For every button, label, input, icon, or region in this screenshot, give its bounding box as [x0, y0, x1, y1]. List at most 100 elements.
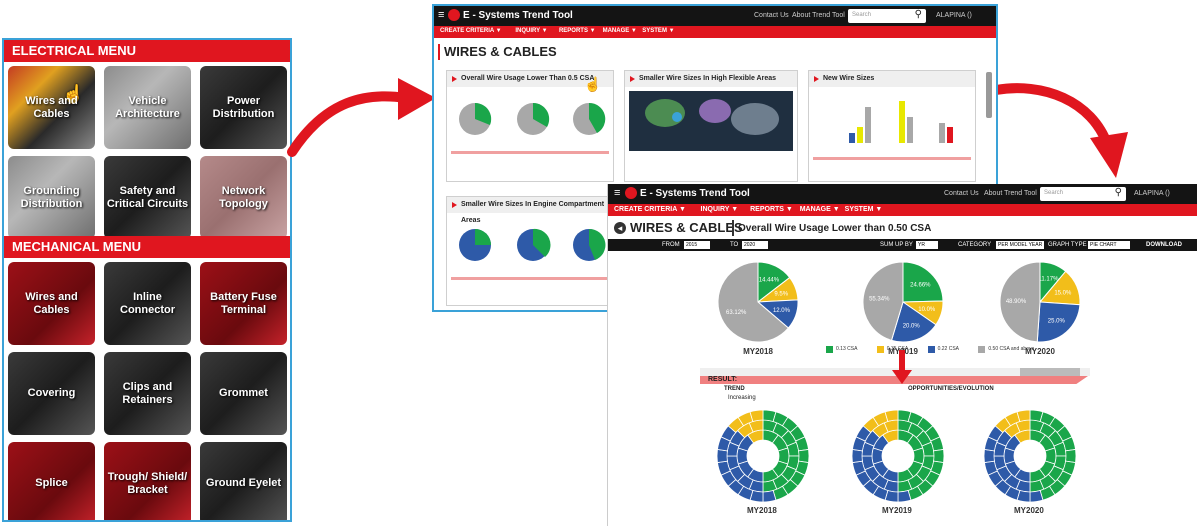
graph-type-select[interactable]: PIE CHART	[1088, 241, 1130, 249]
contact-link[interactable]: Contact Us	[944, 190, 979, 197]
to-select[interactable]: 2020	[742, 241, 768, 249]
sunburst-segment[interactable]	[851, 449, 863, 463]
menu-tile[interactable]: Grounding Distribution	[8, 156, 95, 239]
menu-tile[interactable]: Wires and Cables	[8, 262, 95, 345]
category-select[interactable]: PER MODEL YEAR	[996, 241, 1044, 249]
menu-tile[interactable]: Ground Eyelet	[200, 442, 287, 520]
menu-item[interactable]: CREATE CRITERIA ▼	[440, 28, 502, 34]
sunburst-segment[interactable]	[933, 449, 945, 463]
user-menu[interactable]: ALAPINA ()	[936, 12, 972, 19]
top-bar: ≡ E - Systems Trend Tool Contact Us Abou…	[608, 184, 1197, 204]
about-link[interactable]: About Trend Tool	[792, 12, 845, 19]
arrow-icon	[992, 83, 1128, 178]
category-label: CATEGORY	[958, 242, 992, 248]
menu-tile-label: Wires and Cables	[25, 94, 78, 120]
top-bar: ≡ E - Systems Trend Tool Contact Us Abou…	[434, 6, 996, 26]
down-arrow-icon	[892, 350, 912, 384]
filter-bar: FROM 2015 TO 2020 SUM UP BY YR CATEGORY …	[608, 239, 1197, 251]
menu-tile[interactable]: Inline Connector	[104, 262, 191, 345]
menu-tile-label: Ground Eyelet	[205, 477, 282, 489]
menu-item[interactable]: MANAGE ▼	[603, 28, 637, 34]
back-icon[interactable]: ◂	[614, 222, 626, 234]
legend-swatch	[978, 346, 986, 353]
main-menu: CREATE CRITERIA ▼ INQUIRY ▼ REPORTS ▼ MANAG…	[434, 26, 996, 38]
legend-swatch	[876, 346, 884, 353]
mini-pie-charts	[451, 102, 609, 154]
search-input[interactable]: Search ⚲	[848, 9, 926, 23]
search-icon[interactable]: ⚲	[1115, 187, 1122, 198]
menu-tile[interactable]: Grommet	[200, 352, 287, 435]
page-title: WIRES & CABLES	[444, 44, 557, 59]
sunburst-segment[interactable]	[762, 490, 777, 503]
trend-item: Increasing	[728, 395, 756, 401]
menu-tile[interactable]: Network Topology	[200, 156, 287, 239]
app-title: E - Systems Trend Tool	[640, 188, 750, 199]
app-title: E - Systems Trend Tool	[463, 10, 573, 21]
title-accent	[438, 44, 440, 60]
about-link[interactable]: About Trend Tool	[984, 190, 1037, 197]
download-button[interactable]: DOWNLOAD	[1146, 242, 1182, 248]
panel-title: Smaller Wire Sizes In High Flexible Area…	[625, 71, 797, 87]
menu-tile[interactable]: Trough/ Shield/ Bracket	[104, 442, 191, 520]
opportunities-label: OPPORTUNITIES/EVOLUTION	[908, 386, 994, 392]
menu-icon[interactable]: ≡	[614, 187, 620, 199]
from-select[interactable]: 2015	[684, 241, 710, 249]
mechanical-menu-header: MECHANICAL MENU	[4, 236, 290, 258]
sum-select[interactable]: YR	[916, 241, 938, 249]
menu-item[interactable]: REPORTS ▼	[750, 206, 793, 213]
result-label: RESULT:	[708, 376, 738, 383]
menu-tile[interactable]: Wires and Cables	[8, 66, 95, 149]
sunburst-year-label: MY2019	[882, 506, 912, 515]
trend-label: TREND	[724, 386, 745, 392]
contact-link[interactable]: Contact Us	[754, 12, 789, 19]
sunburst-segment[interactable]	[983, 449, 995, 463]
sunburst-segment[interactable]	[749, 409, 764, 422]
scrollbar[interactable]	[986, 72, 992, 118]
menu-tile[interactable]: Vehicle Architecture	[104, 66, 191, 149]
sunburst-segment[interactable]	[1065, 449, 1077, 463]
menu-item[interactable]: SYSTEM ▼	[845, 206, 883, 213]
panel-engine-compartment[interactable]: Smaller Wire Sizes In Engine Compartment…	[446, 196, 614, 306]
graph-type-label: GRAPH TYPE	[1048, 242, 1087, 248]
menu-item[interactable]: REPORTS ▼	[559, 28, 596, 34]
menu-item[interactable]: INQUIRY ▼	[701, 206, 739, 213]
menu-item[interactable]: MANAGE ▼	[800, 206, 840, 213]
sunburst-year-label: MY2020	[1014, 506, 1044, 515]
menu-item[interactable]: CREATE CRITERIA ▼	[614, 206, 686, 213]
menu-tile[interactable]: Battery Fuse Terminal	[200, 262, 287, 345]
menu-icon[interactable]: ≡	[438, 9, 444, 21]
menu-tile[interactable]: Safety and Critical Circuits	[104, 156, 191, 239]
sunburst-segment[interactable]	[1016, 409, 1031, 422]
search-input[interactable]: Search ⚲	[1040, 187, 1126, 201]
panel-title: New Wire Sizes	[809, 71, 975, 87]
pie-data-label: 48.90%	[1006, 299, 1027, 305]
menu-item[interactable]: SYSTEM ▼	[642, 28, 674, 34]
main-menu: CREATE CRITERIA ▼ INQUIRY ▼ REPORTS ▼ MANAG…	[608, 204, 1197, 216]
sunburst-charts	[716, 409, 1077, 503]
menu-tile[interactable]: Clips and Retainers	[104, 352, 191, 435]
sunburst-segment[interactable]	[884, 409, 899, 422]
panel-flexible-areas[interactable]: Smaller Wire Sizes In High Flexible Area…	[624, 70, 798, 182]
panel-new-wire-sizes[interactable]: New Wire Sizes	[808, 70, 976, 182]
menu-item[interactable]: INQUIRY ▼	[515, 28, 547, 34]
sunburst-segment[interactable]	[798, 449, 810, 463]
menu-tile[interactable]: Power Distribution	[200, 66, 287, 149]
sunburst-segment[interactable]	[1029, 490, 1044, 503]
to-label: TO	[730, 242, 739, 248]
pie-data-label: 9.5%	[774, 291, 788, 297]
menu-tile-label: Inline Connector	[120, 290, 175, 316]
pie-data-label: 12.0%	[773, 308, 791, 314]
menu-tile-label: Splice	[35, 477, 68, 489]
pie-data-label: 14.44%	[759, 278, 780, 284]
sunburst-segment[interactable]	[716, 449, 728, 463]
panel-title: Smaller Wire Sizes In Engine Compartment…	[447, 197, 613, 224]
pie-data-label: 25.0%	[1048, 319, 1066, 325]
menu-tile[interactable]: Covering	[8, 352, 95, 435]
sunburst-segment[interactable]	[897, 490, 912, 503]
menu-tile-label: Safety and Critical Circuits	[106, 184, 189, 210]
sunburst-year-label: MY2018	[747, 506, 777, 515]
user-menu[interactable]: ALAPINA ()	[1134, 190, 1170, 197]
menu-tile[interactable]: Splice	[8, 442, 95, 520]
legend-label: 0.13 CSA	[836, 346, 858, 352]
search-icon[interactable]: ⚲	[915, 9, 922, 20]
